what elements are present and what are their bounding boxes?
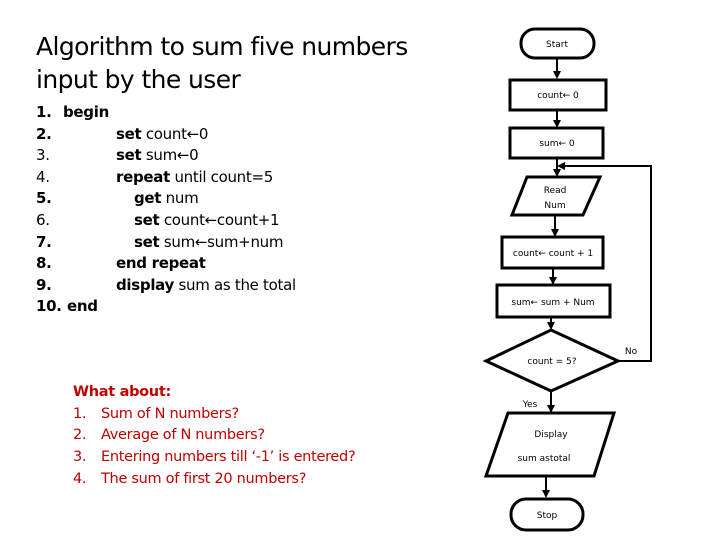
read-label-line1: Read	[544, 186, 567, 196]
display-output-shape	[483, 411, 617, 478]
decision-label: count = 5?	[527, 357, 576, 367]
display-label-line2: sum astotal	[518, 454, 571, 464]
start-label: Start	[546, 40, 568, 50]
flowchart: Start count← 0 sum← 0 Read Num count← co…	[482, 27, 652, 532]
yes-label: Yes	[522, 400, 538, 410]
increment-label: count← count + 1	[513, 249, 593, 259]
init-sum-label: sum← 0	[539, 139, 575, 149]
read-label-line2: Num	[544, 201, 565, 211]
connector-loop-no	[557, 162, 652, 362]
display-label-line1: Display	[534, 430, 568, 440]
no-label: No	[625, 347, 638, 357]
accumulate-label: sum← sum + Num	[511, 298, 594, 308]
init-count-label: count← 0	[537, 91, 579, 101]
stop-label: Stop	[537, 511, 558, 521]
